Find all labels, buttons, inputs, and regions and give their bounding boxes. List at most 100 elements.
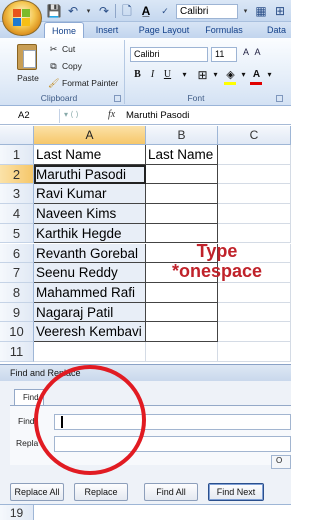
borders-icon[interactable]: ⊞ — [196, 68, 209, 82]
name-box-dropdown-icon[interactable]: ▾ ⟨ ⟩ — [64, 110, 79, 119]
cell-b[interactable] — [146, 184, 218, 205]
fill-dropdown-icon[interactable]: ▾ — [237, 68, 250, 82]
row-header[interactable]: 8 — [0, 282, 34, 303]
cell-c[interactable] — [218, 204, 291, 224]
font-dropdown-icon[interactable]: ▾ — [241, 4, 250, 19]
copy-icon: ⧉ — [50, 61, 57, 71]
bold-button[interactable]: B — [131, 68, 144, 82]
cell-c[interactable] — [218, 342, 291, 362]
clipboard-launcher-icon[interactable] — [114, 95, 121, 102]
tab-home[interactable]: Home — [44, 22, 84, 38]
row-header[interactable]: 3 — [0, 184, 34, 205]
font-size-box[interactable]: 11 — [211, 47, 237, 62]
cell-a[interactable] — [34, 342, 146, 362]
cell-a[interactable]: Last Name — [34, 145, 146, 165]
office-button[interactable] — [2, 0, 42, 36]
tab-data[interactable]: Data — [262, 22, 291, 38]
paintbrush-icon: 🖌 — [48, 78, 60, 88]
row-header[interactable]: 4 — [0, 204, 34, 224]
font-grow-shrink-icon[interactable]: A A — [243, 47, 263, 57]
dialog-title: Find and Replace — [0, 365, 291, 381]
column-header-b[interactable]: B — [146, 126, 218, 145]
cell-c[interactable] — [218, 322, 291, 342]
cell-a[interactable]: Mahammed Rafi — [34, 282, 146, 303]
cell-b[interactable] — [146, 342, 218, 362]
options-button[interactable]: O — [271, 455, 291, 469]
replace-button[interactable]: Replace — [74, 483, 128, 501]
highlight-circle — [34, 365, 146, 475]
cell-a[interactable]: Ravi Kumar — [34, 184, 146, 205]
row-header[interactable]: 6 — [0, 243, 34, 264]
cell-b[interactable] — [146, 204, 218, 224]
row-header[interactable]: 1 — [0, 145, 34, 165]
group-separator — [124, 40, 125, 104]
border-icon[interactable]: ⊞ — [272, 4, 288, 19]
quick-access-toolbar: 💾 ↶ ▾ ↷ 🗋 A̲ ✓ Calibri ▾ ▦ ⊞ — [46, 3, 288, 19]
cell-a[interactable]: Seenu Reddy — [34, 263, 146, 283]
row-header[interactable]: 7 — [0, 263, 34, 283]
copy-button[interactable]: ⧉ Copy — [48, 59, 82, 73]
underline-button[interactable]: U — [161, 68, 174, 82]
find-all-button[interactable]: Find All — [144, 483, 198, 501]
scissors-icon: ✂ — [49, 44, 58, 54]
cell-a[interactable]: Revanth Gorebal — [34, 243, 146, 264]
underline-dropdown-icon[interactable]: ▾ — [178, 68, 191, 82]
italic-button[interactable]: I — [146, 68, 159, 82]
tab-insert[interactable]: Insert — [90, 22, 124, 38]
print-preview-icon[interactable]: 🗋 — [119, 4, 135, 19]
qat-font-box[interactable]: Calibri — [176, 3, 238, 19]
tab-formulas[interactable]: Formulas — [202, 22, 246, 38]
cell-b[interactable]: Last Name — [146, 145, 218, 165]
cell-b[interactable] — [146, 282, 218, 303]
replace-with-label: Repla — [16, 438, 39, 448]
cell-c[interactable] — [218, 145, 291, 165]
spelling-icon[interactable]: ✓ — [157, 4, 173, 19]
row-header[interactable]: 10 — [0, 322, 34, 342]
format-painter-button[interactable]: 🖌 Format Painter — [48, 76, 118, 90]
replace-all-button[interactable]: Replace All — [10, 483, 64, 501]
cell-c[interactable] — [218, 302, 291, 323]
cell-b[interactable] — [146, 302, 218, 323]
font-color-icon[interactable]: A — [250, 68, 263, 82]
redo-icon[interactable]: ↷ — [96, 4, 112, 19]
formula-bar: A2 ▾ ⟨ ⟩ fx Maruthi Pasodi — [0, 107, 291, 125]
row-header[interactable]: 2 — [0, 164, 34, 185]
column-header-a[interactable]: A — [34, 126, 146, 145]
cell-a[interactable]: Naveen Kims — [34, 204, 146, 224]
fill-color-icon[interactable]: ◈ — [224, 68, 237, 82]
cell-c[interactable] — [218, 282, 291, 303]
font-launcher-icon[interactable] — [276, 95, 283, 102]
tab-page-layout[interactable]: Page Layout — [134, 22, 194, 38]
cut-button[interactable]: ✂ Cut — [48, 42, 76, 56]
save-icon[interactable]: 💾 — [46, 4, 62, 19]
column-header-c[interactable]: C — [218, 126, 291, 145]
undo-icon[interactable]: ↶ — [65, 4, 81, 19]
cell-c[interactable] — [218, 184, 291, 205]
row-header[interactable]: 11 — [0, 342, 34, 362]
ribbon: Paste ✂ Cut ⧉ Copy 🖌 Format Painter Clipboa… — [0, 38, 291, 106]
cell-b[interactable] — [146, 322, 218, 342]
find-next-button[interactable]: Find Next — [208, 483, 264, 501]
formula-input[interactable]: Maruthi Pasodi — [126, 109, 189, 123]
row-header[interactable]: 5 — [0, 223, 34, 244]
row-header-19[interactable]: 19 — [0, 505, 34, 520]
undo-dropdown-icon[interactable]: ▾ — [84, 4, 93, 19]
function-icon[interactable]: fx — [108, 109, 115, 120]
cell-a[interactable]: Karthik Hegde — [34, 223, 146, 244]
cell-a[interactable]: Nagaraj Patil — [34, 302, 146, 323]
font-name-box[interactable]: Calibri — [130, 47, 208, 62]
select-all-corner[interactable] — [0, 126, 34, 145]
cell-a[interactable]: Veeresh Kembavi — [34, 322, 146, 342]
text-color-icon[interactable]: A̲ — [138, 4, 154, 19]
cell-a[interactable]: Maruthi Pasodi — [34, 164, 146, 185]
instruction-annotation: Type *onespace — [172, 241, 262, 281]
row-header[interactable]: 9 — [0, 302, 34, 323]
font-color-dropdown-icon[interactable]: ▾ — [263, 68, 276, 82]
table-icon[interactable]: ▦ — [253, 4, 269, 19]
cell-b[interactable] — [146, 164, 218, 185]
ribbon-tabs: Home Insert Page Layout Formulas Data — [0, 22, 291, 38]
borders-dropdown-icon[interactable]: ▾ — [209, 68, 222, 82]
cell-c[interactable] — [218, 164, 291, 185]
paste-button[interactable]: Paste — [14, 42, 42, 88]
name-box[interactable]: A2 — [2, 109, 60, 123]
